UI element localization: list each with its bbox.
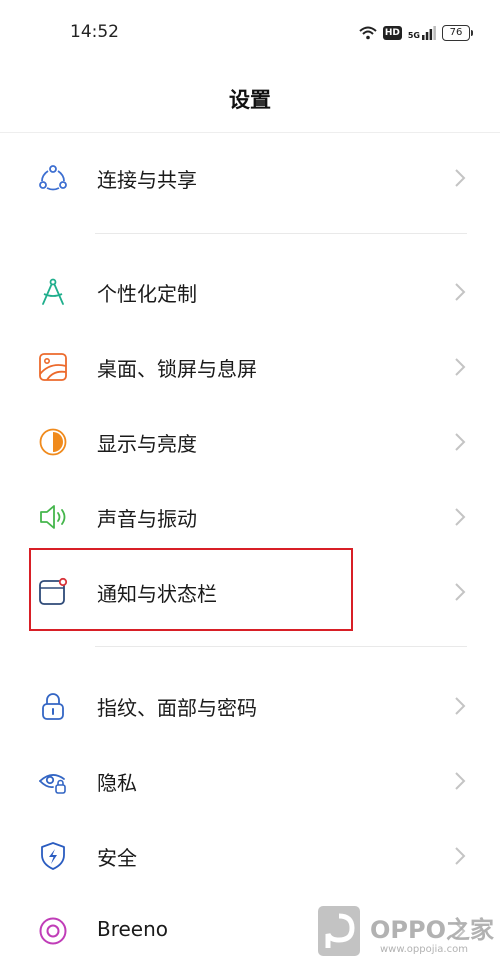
shield-bolt-icon [41,842,65,870]
chevron-right-icon [455,697,466,715]
chevron-right-icon [455,283,466,301]
privacy-eye-icon [39,774,66,794]
share-nodes-icon [39,165,67,191]
title-bar: 设置 [0,64,500,133]
compass-icon [42,278,64,305]
menu-item-connect-share[interactable]: 连接与共享 [0,140,500,214]
lock-icon [42,693,64,720]
menu-label: Breeno [97,917,169,941]
hd-badge: HD [382,26,402,40]
menu-label: 安全 [97,846,137,870]
status-icons: HD 5G 76 [359,22,473,44]
menu-label: 显示与亮度 [97,432,197,456]
status-bar: 14:52 HD 5G 76 [0,0,500,64]
signal-icon [422,26,436,40]
menu-label: 个性化定制 [97,282,197,306]
menu-item-security[interactable]: 安全 [0,818,500,892]
watermark-logo-icon [318,906,360,956]
watermark-url: www.oppojia.com [380,944,468,955]
speaker-icon [40,505,66,529]
watermark: OPPO之家 www.oppojia.com [318,906,494,962]
menu-item-fingerprint[interactable]: 指纹、面部与密码 [0,668,500,742]
menu-item-display[interactable]: 显示与亮度 [0,404,500,478]
chevron-right-icon [455,169,466,187]
menu-label: 桌面、锁屏与息屏 [97,357,257,381]
network-type: 5G [407,31,420,40]
brightness-icon [39,428,67,456]
battery-indicator: 76 [442,25,473,41]
menu-item-privacy[interactable]: 隐私 [0,743,500,817]
menu-item-desktop-lock[interactable]: 桌面、锁屏与息屏 [0,329,500,403]
menu-label: 声音与振动 [97,507,197,531]
breeno-icon [39,917,67,945]
status-time: 14:52 [70,22,119,42]
chevron-right-icon [455,508,466,526]
wallpaper-icon [39,353,67,381]
chevron-right-icon [455,358,466,376]
chevron-right-icon [455,583,466,601]
menu-item-personalize[interactable]: 个性化定制 [0,254,500,328]
menu-item-sound[interactable]: 声音与振动 [0,479,500,553]
page-title: 设置 [229,88,271,112]
network-indicator: 5G [408,26,436,40]
watermark-text: OPPO之家 [370,916,494,944]
menu-label: 隐私 [97,771,137,795]
chevron-right-icon [455,772,466,790]
wifi-icon [359,26,377,40]
highlight-box [29,548,353,631]
menu-label: 指纹、面部与密码 [97,696,257,720]
chevron-right-icon [455,847,466,865]
section-divider [95,233,467,234]
section-divider [95,646,467,647]
menu-label: 连接与共享 [97,168,197,192]
chevron-right-icon [455,433,466,451]
